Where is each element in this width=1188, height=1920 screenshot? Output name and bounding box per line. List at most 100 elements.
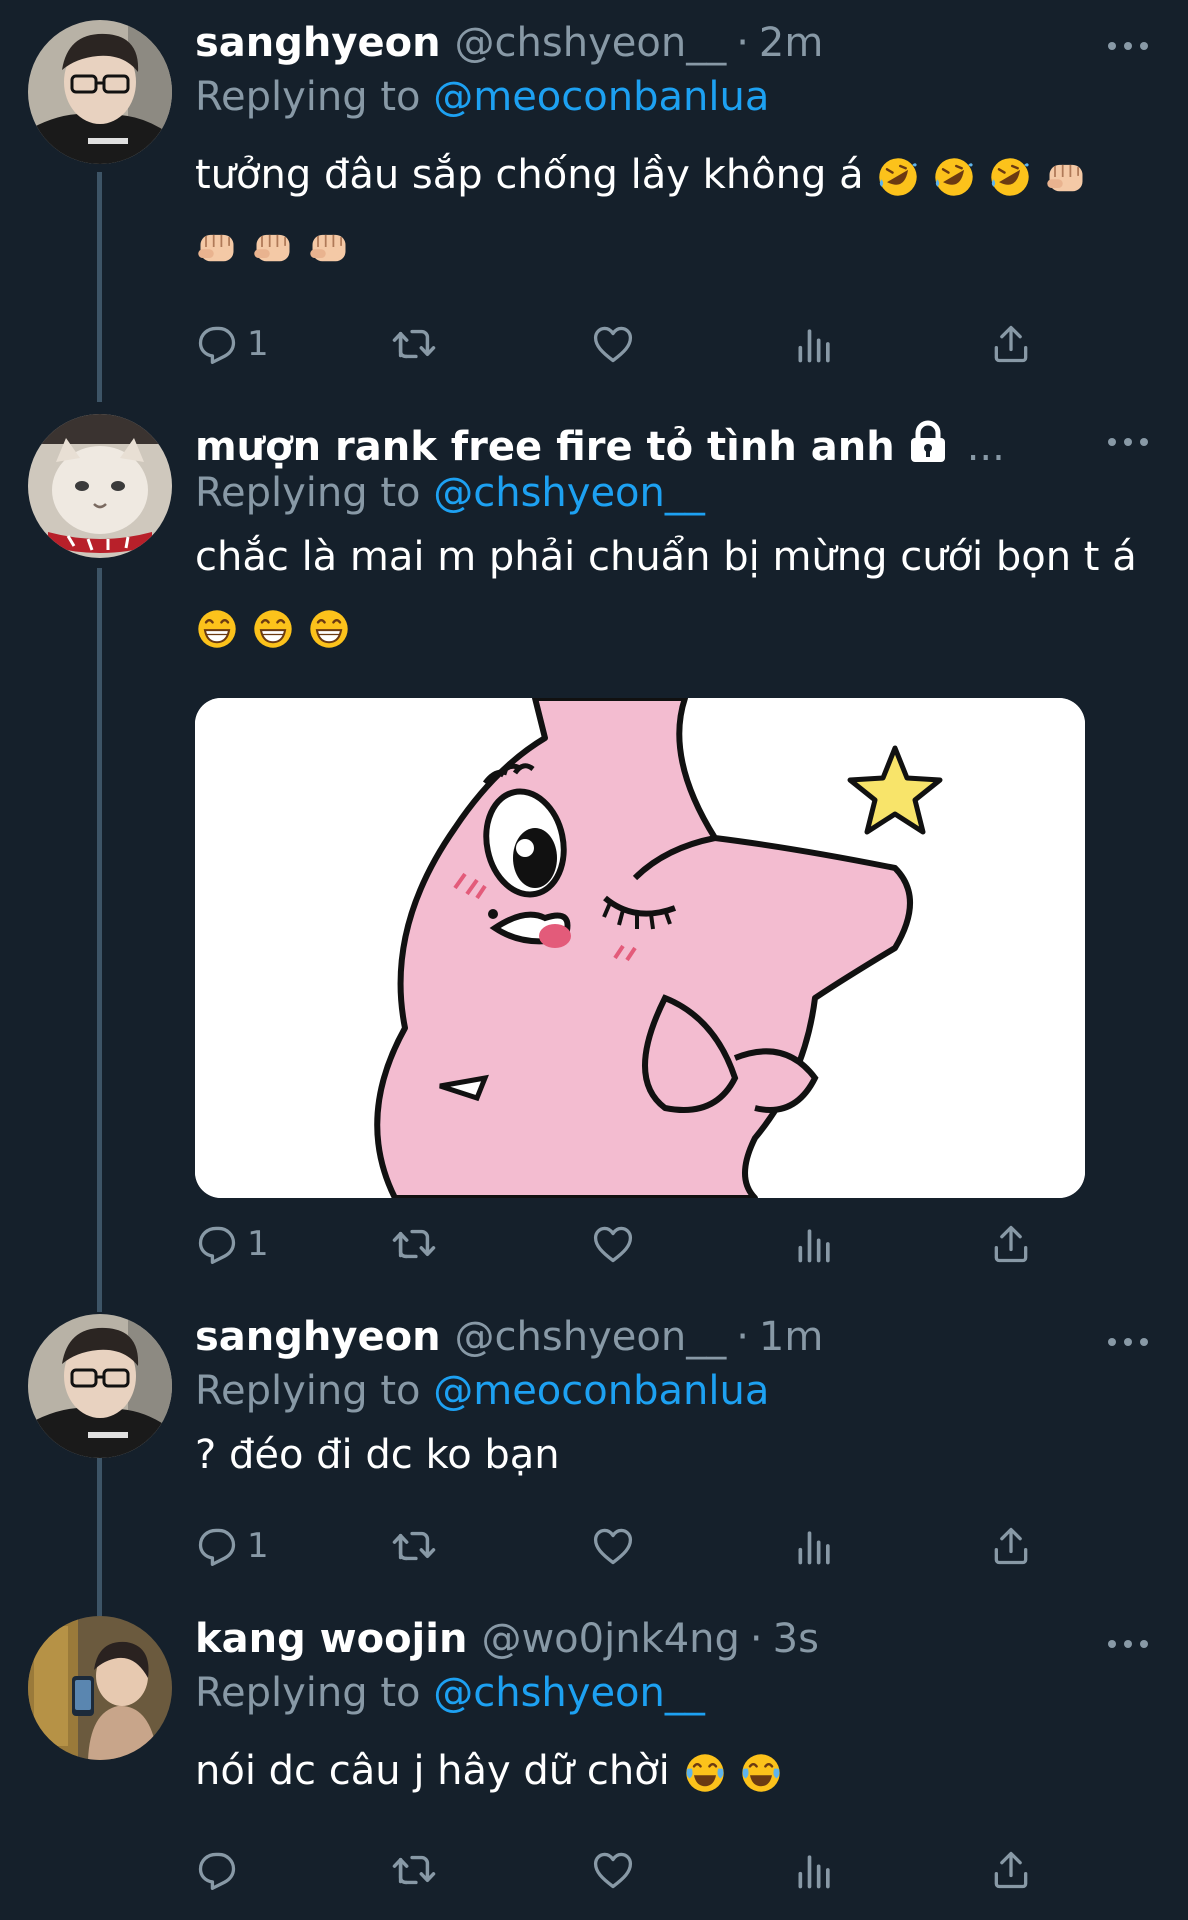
tweet-actions: [195, 1842, 1045, 1898]
tweet-thread: sanghyeon @chshyeon__ · 2m Replying to @…: [0, 0, 1188, 1920]
timestamp[interactable]: 1m: [759, 1314, 823, 1360]
analytics-button[interactable]: [793, 1842, 837, 1898]
grin-emoji-icon: [307, 607, 351, 651]
analytics-button[interactable]: [793, 1518, 837, 1574]
mention-link[interactable]: @chshyeon__: [433, 1670, 705, 1716]
analytics-button[interactable]: [793, 1216, 837, 1272]
fist-emoji-icon: [1044, 155, 1088, 199]
like-icon: [591, 322, 635, 366]
display-name[interactable]: sanghyeon: [195, 1314, 441, 1360]
tweet-actions: 1: [195, 316, 1045, 372]
retweet-icon: [391, 1523, 437, 1569]
mention-link[interactable]: @meoconbanlua: [433, 1368, 769, 1414]
joy-emoji-icon: [739, 1751, 783, 1795]
mention-link[interactable]: @chshyeon__: [433, 470, 705, 516]
retweet-button[interactable]: [391, 316, 437, 372]
reply-count: 1: [247, 1224, 269, 1264]
analytics-icon: [793, 322, 837, 366]
reply-button[interactable]: 1: [195, 1216, 269, 1272]
tweet-media-image[interactable]: [195, 698, 1085, 1198]
replying-to: Replying to @meoconbanlua: [195, 1368, 1148, 1420]
timestamp[interactable]: 2m: [759, 20, 823, 66]
replying-to-label: Replying to: [195, 1670, 421, 1716]
tweet-text-body: ? đéo đi dc ko bạn: [195, 1432, 560, 1478]
like-icon: [591, 1222, 635, 1266]
replying-to: Replying to @meoconbanlua: [195, 74, 1148, 126]
reply-button[interactable]: 1: [195, 1518, 269, 1574]
like-button[interactable]: [591, 1842, 635, 1898]
share-icon: [989, 1222, 1033, 1266]
tweet-text: nói dc câu j hây dữ chời: [195, 1736, 1148, 1806]
rofl-emoji-icon: [876, 155, 920, 199]
like-icon: [591, 1848, 635, 1892]
fist-emoji-icon: [251, 225, 295, 269]
fist-emoji-icon: [307, 225, 351, 269]
share-button[interactable]: [989, 316, 1033, 372]
separator-dot: ·: [736, 1314, 749, 1360]
avatar[interactable]: [28, 1314, 172, 1458]
joy-emoji-icon: [683, 1751, 727, 1795]
grin-emoji-icon: [251, 607, 295, 651]
avatar[interactable]: [28, 20, 172, 164]
rofl-emoji-icon: [988, 155, 1032, 199]
reply-icon: [195, 1222, 239, 1266]
tweet-actions: 1: [195, 1518, 1045, 1574]
retweet-icon: [391, 1847, 437, 1893]
user-handle[interactable]: @chshyeon__: [455, 20, 727, 66]
grin-emoji-icon: [195, 607, 239, 651]
like-button[interactable]: [591, 1216, 635, 1272]
replying-to-label: Replying to: [195, 1368, 421, 1414]
share-button[interactable]: [989, 1216, 1033, 1272]
share-button[interactable]: [989, 1842, 1033, 1898]
display-name[interactable]: mượn rank free fire tỏ tình anh: [195, 424, 895, 470]
like-button[interactable]: [591, 316, 635, 372]
share-icon: [989, 322, 1033, 366]
share-button[interactable]: [989, 1518, 1033, 1574]
separator-dot: ·: [749, 1616, 763, 1662]
share-icon: [989, 1848, 1033, 1892]
analytics-icon: [793, 1222, 837, 1266]
tweet-text: ? đéo đi dc ko bạn: [195, 1420, 1148, 1490]
tweet-text: chắc là mai m phải chuẩn bị mừng cưới bọ…: [195, 522, 1148, 662]
replying-to: Replying to @chshyeon__: [195, 1670, 1148, 1722]
thread-line: [97, 172, 102, 402]
tweet-text-body: tưởng đâu sắp chống lầy không á: [195, 152, 864, 198]
reply-button[interactable]: 1: [195, 316, 269, 372]
reply-count: 1: [247, 1526, 269, 1566]
avatar[interactable]: [28, 414, 172, 558]
retweet-icon: [391, 321, 437, 367]
separator-dot: ·: [736, 20, 749, 66]
replying-to: Replying to @chshyeon__: [195, 470, 1148, 522]
analytics-button[interactable]: [793, 316, 837, 372]
replying-to-label: Replying to: [195, 470, 421, 516]
thread-line: [97, 568, 102, 1312]
tweet-text-body: nói dc câu j hây dữ chời: [195, 1748, 670, 1794]
rofl-emoji-icon: [932, 155, 976, 199]
display-name[interactable]: sanghyeon: [195, 20, 441, 66]
timestamp[interactable]: 3s: [773, 1616, 819, 1662]
display-name[interactable]: kang woojin: [195, 1616, 467, 1662]
user-handle[interactable]: @chshyeon__: [455, 1314, 727, 1360]
like-button[interactable]: [591, 1518, 635, 1574]
share-icon: [989, 1524, 1033, 1568]
replying-to-label: Replying to: [195, 74, 421, 120]
reply-icon: [195, 1848, 239, 1892]
tweet-text-body: chắc là mai m phải chuẩn bị mừng cưới bọ…: [195, 534, 1137, 580]
lock-icon: [910, 420, 945, 462]
retweet-button[interactable]: [391, 1216, 437, 1272]
reply-button[interactable]: [195, 1842, 239, 1898]
fist-emoji-icon: [195, 225, 239, 269]
mention-link[interactable]: @meoconbanlua: [433, 74, 769, 120]
analytics-icon: [793, 1848, 837, 1892]
avatar[interactable]: [28, 1616, 172, 1760]
reply-count: 1: [247, 324, 269, 364]
reply-icon: [195, 1524, 239, 1568]
user-handle[interactable]: @wo0jnk4ng: [481, 1616, 739, 1662]
thread-line: [97, 1458, 102, 1618]
reply-icon: [195, 322, 239, 366]
retweet-button[interactable]: [391, 1842, 437, 1898]
retweet-button[interactable]: [391, 1518, 437, 1574]
analytics-icon: [793, 1524, 837, 1568]
retweet-icon: [391, 1221, 437, 1267]
tweet-actions: 1: [195, 1216, 1045, 1272]
